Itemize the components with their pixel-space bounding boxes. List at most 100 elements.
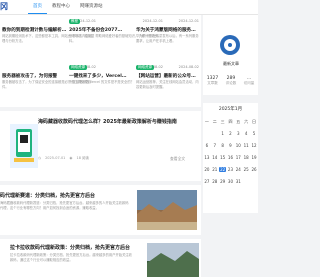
post-thumbnail[interactable] [10,124,38,168]
weekday: 一 [204,119,209,124]
card-tag[interactable]: 网络资源 [136,64,154,70]
weekday: 四 [228,119,233,124]
calendar-day[interactable]: 8 [219,143,226,148]
card-desc: 网站运营推荐，关注在线网站会员活动，内容更新后及时提醒。 [136,80,199,89]
weekday: 二 [212,119,217,124]
site-logo[interactable]: 冈 [0,2,18,12]
post-card[interactable]: 码代理新赛道：分类归档，抢先更官方后台 海码藏器收款码代理新赛道：分类归档，抢先… [0,185,201,235]
post-desc: 拉卡拉收款码代理新政策：分类归档，抢先更官方后台。越来越多的用户开始关注收款码，… [10,253,132,262]
read-more-link[interactable]: 查看全文 [170,156,185,162]
stat-comments: 289 评论数 [226,76,237,86]
sunset-image-icon [147,243,199,277]
nav-home[interactable]: 首页 [28,0,47,14]
calendar-day[interactable]: 28 [211,179,218,184]
post-title[interactable]: 拉卡拉收款码代理新政策：分类归档，抢先更官方后台 [10,244,140,251]
card-title[interactable]: 华为关于鸿蒙版网络的服务… [136,27,199,33]
calendar-day[interactable]: 30 [227,179,234,184]
calendar-day[interactable]: 24 [235,167,242,172]
calendar-week: 6 7 8 9 10 11 12 [203,143,258,148]
nav-resources[interactable]: 网赚资源站 [75,0,108,14]
post-views: 18 阅读 [76,156,90,160]
post-desc: 海码藏器收款码代理新赛道：分类归档，抢先更官方后台。越来越多的人开始关注收款码代… [0,201,129,210]
calendar-week: 13 14 15 16 17 18 19 [203,155,258,160]
calendar-day[interactable]: 10 [235,143,242,148]
profile-card: 最新文章 1327 文章数 289 评论数 … 访问量 [203,15,258,95]
top-bar: 冈 首页 教程中心 网赚资源站 [0,0,258,15]
calendar-day[interactable]: 19 [250,155,257,160]
calendar-day[interactable]: 7 [211,143,218,148]
calendar-day[interactable]: 15 [219,155,226,160]
weekday: 六 [244,119,249,124]
calendar-day[interactable]: 9 [227,143,234,148]
calendar-day-today[interactable]: 22 [219,167,227,172]
calendar-day[interactable]: 1 [219,131,226,136]
calendar-day[interactable]: 4 [243,131,250,136]
card-date: 2024-08-02 [178,65,199,69]
landscape-image-icon [137,190,197,230]
post-title[interactable]: 海码藏器收款码代理怎么样？2025年最新政策解析与赚钱指南 [38,118,198,125]
calendar-day[interactable]: 14 [211,155,218,160]
stat-visits: … 访问量 [244,76,255,86]
calendar-day[interactable]: 20 [203,167,210,172]
featured-grid: 2024-12-01 教你的到期检测计数与编解析… 网站到期检测技术下，这些都是… [0,15,201,107]
calendar-day[interactable]: 21 [211,167,218,172]
stat-label: 访问量 [243,81,255,85]
calendar-day[interactable]: 18 [243,155,250,160]
weekday: 三 [220,119,225,124]
post-card[interactable]: 海码藏器收款码代理怎么样？2025年最新政策解析与赚钱指南 ◷ 2025-07-… [0,111,201,181]
nav-tutorials[interactable]: 教程中心 [47,0,75,14]
post-meta: ◷ 2025-07-01 ◉ 18 阅读 [38,156,89,161]
stat-label: 文章数 [207,81,218,85]
calendar-day[interactable]: 2 [227,131,234,136]
featured-card[interactable]: 2024-12-01 华为关于鸿蒙版网络的服务… 华为的手机在鸿蒙发布以后，有一… [134,15,201,59]
calendar-widget: 2025年1月 一 二 三 四 五 六 日 1 2 3 4 5 6 7 8 9 … [203,103,258,213]
calendar-day[interactable]: 29 [219,179,226,184]
profile-name: 最新文章 [223,61,239,66]
weekday: 日 [251,119,256,124]
calendar-day[interactable]: 3 [235,131,242,136]
calendar-day[interactable]: 27 [203,179,210,184]
calendar-day[interactable]: 12 [250,143,257,148]
post-thumbnail[interactable] [147,243,199,277]
calendar-title: 2025年1月 [218,107,243,112]
calendar-week: 1 2 3 4 5 [203,131,258,136]
avatar[interactable] [220,35,240,55]
featured-card[interactable]: 网络资源 2024-08-02 【网站运营】最新的公众号… 网站运营推荐，关注在… [134,61,201,105]
card-tag[interactable]: 网络资源 [69,64,87,70]
post-title[interactable]: 码代理新赛道：分类归档，抢先更官方后台 [0,192,130,199]
avatar-ring-icon [224,39,236,51]
calendar-day[interactable]: 26 [250,167,257,172]
eye-icon: ◉ [69,156,73,160]
post-date: 2025-07-01 [45,156,66,160]
calendar-day[interactable]: 17 [235,155,242,160]
calendar-weekdays: 一 二 三 四 五 六 日 [203,119,258,125]
calendar-day[interactable] [243,179,250,184]
calendar-day[interactable]: 25 [243,167,250,172]
card-date: 2024-12-01 [178,19,199,23]
calendar-day[interactable]: 31 [235,179,242,184]
card-tag[interactable]: 教程 [69,18,80,24]
calendar-week: 20 21 22 23 24 25 26 [203,167,258,172]
stat-label: 评论数 [225,81,237,85]
calendar-day[interactable]: 16 [227,155,234,160]
main-nav: 首页 教程中心 网赚资源站 [28,0,108,14]
calendar-day[interactable] [250,179,257,184]
avatar-dot-icon [228,43,232,47]
post-card[interactable]: 拉卡拉收款码代理新政策：分类归档，抢先更官方后台 拉卡拉收款码代理新政策：分类归… [0,239,201,277]
stat-posts: 1327 文章数 [207,76,218,86]
calendar-day[interactable] [203,131,210,136]
calendar-day[interactable]: 5 [250,131,257,136]
calendar-day[interactable]: 23 [227,167,234,172]
clock-icon: ◷ [38,156,42,160]
calendar-week: 27 28 29 30 31 [203,179,258,184]
calendar-day[interactable]: 13 [203,155,210,160]
phone-illustration-icon [14,129,34,162]
calendar-day[interactable]: 6 [203,143,210,148]
card-title[interactable]: 【网站运营】最新的公众号… [136,73,199,79]
calendar-day[interactable]: 11 [243,143,250,148]
profile-stats: 1327 文章数 289 评论数 … 访问量 [203,76,258,86]
calendar-day[interactable] [211,131,218,136]
card-desc: 华为的手机在鸿蒙发布以后，有一系列服务要求，让用户在手机上看。 [136,34,199,43]
post-thumbnail[interactable] [137,190,197,230]
weekday: 五 [236,119,241,124]
